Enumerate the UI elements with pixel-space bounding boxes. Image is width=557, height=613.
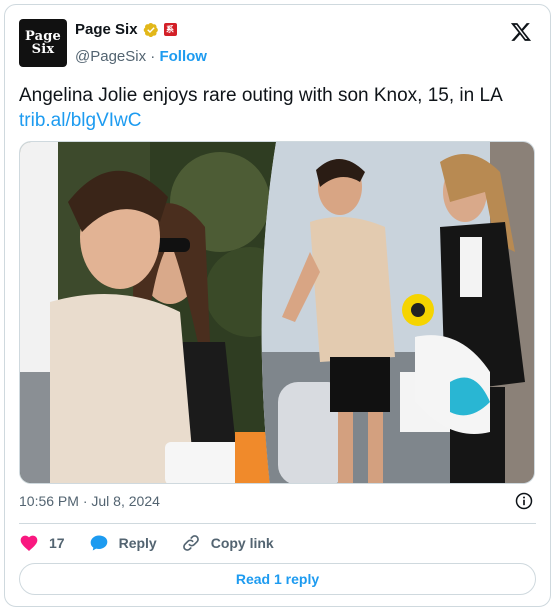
x-logo-icon[interactable] xyxy=(510,21,532,43)
divider xyxy=(19,523,536,524)
tweet-body: Angelina Jolie enjoys rare outing with s… xyxy=(19,85,503,106)
name-row: Page Six 系 xyxy=(75,21,177,38)
timestamp-separator: · xyxy=(82,493,88,509)
reply-label: Reply xyxy=(118,535,157,551)
like-count: 17 xyxy=(49,535,65,551)
tweet-time: 10:56 PM xyxy=(19,493,79,509)
tweet-text: Angelina Jolie enjoys rare outing with s… xyxy=(19,83,539,133)
heart-icon xyxy=(20,535,38,551)
right-photo xyxy=(261,142,534,483)
tweet-link[interactable]: trib.al/blgVIwC xyxy=(19,108,539,133)
tweet-date: Jul 8, 2024 xyxy=(91,493,160,509)
link-icon xyxy=(182,535,199,551)
info-icon[interactable] xyxy=(514,491,534,511)
copy-link-label: Copy link xyxy=(210,535,274,551)
tweet-card: Page Six Page Six 系 @PageSix · Follow An… xyxy=(4,4,551,607)
handle[interactable]: @PageSix xyxy=(75,48,146,65)
avatar-text-line2: Six xyxy=(31,42,55,57)
handle-separator: · xyxy=(150,48,156,65)
left-photo xyxy=(20,142,276,483)
tweet-photo[interactable] xyxy=(19,141,535,484)
follow-button[interactable]: Follow xyxy=(159,48,207,65)
read-replies-button[interactable]: Read 1 reply xyxy=(19,563,536,595)
reply-icon xyxy=(90,535,107,551)
affiliate-badge-icon[interactable]: 系 xyxy=(163,23,177,36)
avatar[interactable]: Page Six xyxy=(19,19,67,67)
photo-collage xyxy=(20,142,534,483)
verified-badge-icon xyxy=(143,22,158,37)
reply-button[interactable]: Reply xyxy=(89,533,157,553)
handle-row: @PageSix · Follow xyxy=(75,48,207,65)
timestamp[interactable]: 10:56 PM · Jul 8, 2024 xyxy=(19,493,160,509)
like-button[interactable]: 17 xyxy=(19,533,65,553)
copy-link-button[interactable]: Copy link xyxy=(181,533,274,553)
display-name[interactable]: Page Six xyxy=(75,21,138,38)
action-bar: 17 Reply Copy link xyxy=(19,533,298,553)
